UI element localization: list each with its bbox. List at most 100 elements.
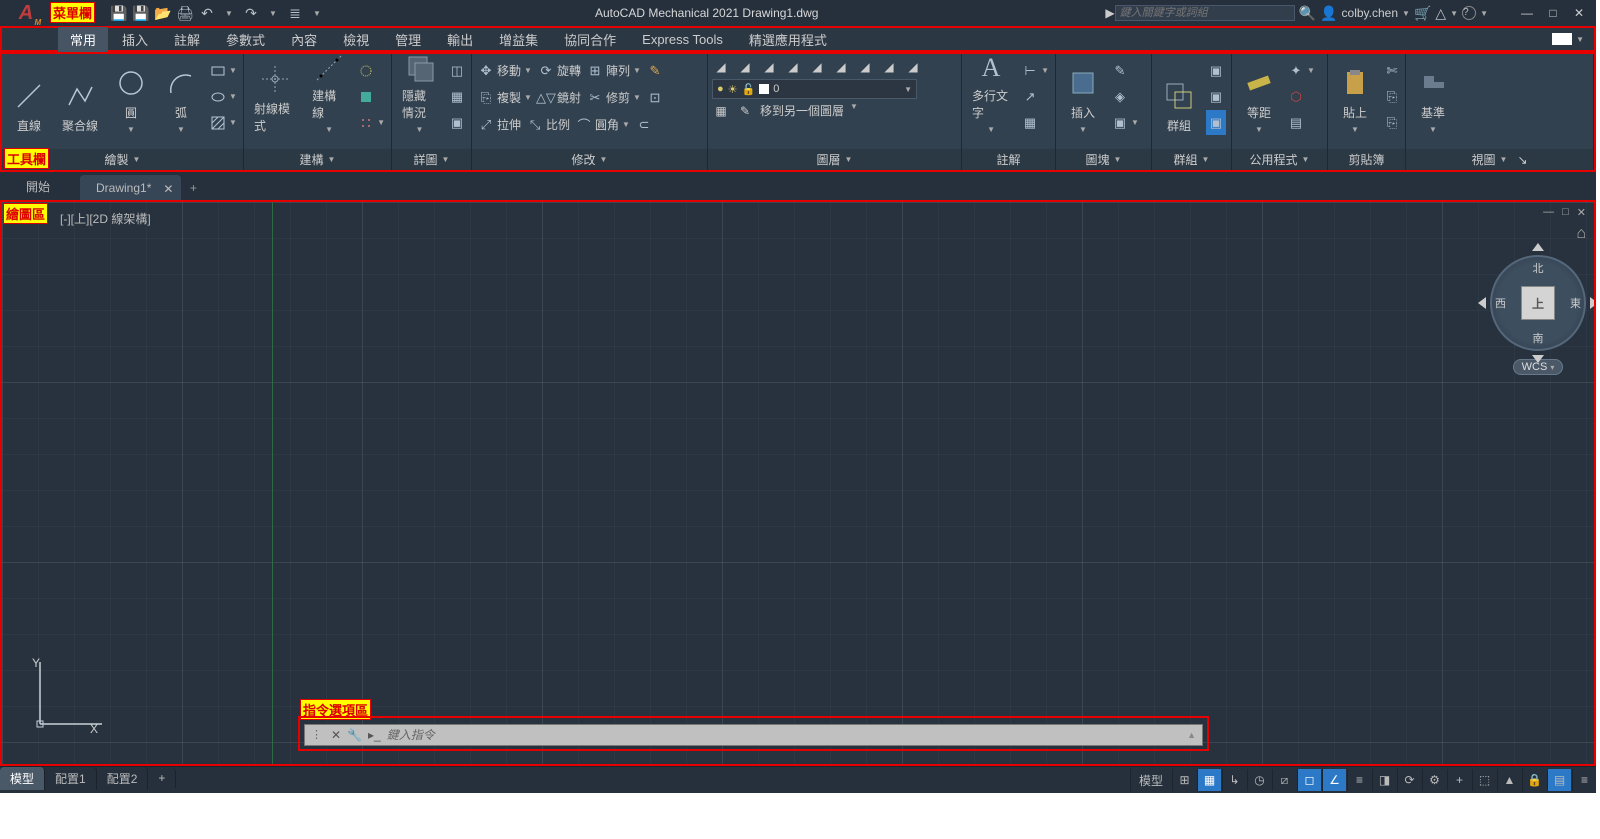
move-button[interactable]: ✥移動▼: [476, 58, 534, 83]
panel-util[interactable]: 公用程式▼: [1232, 149, 1327, 170]
layout-add[interactable]: +: [148, 768, 176, 788]
status-custom-icon[interactable]: ≡: [1572, 769, 1596, 791]
circle-button[interactable]: 圓▼: [108, 58, 154, 138]
move-to-layer-button[interactable]: 移到另一個圖層: [760, 102, 844, 120]
ungroup-icon[interactable]: ▣: [1206, 58, 1226, 83]
detail-icon-2[interactable]: ▦: [447, 84, 467, 109]
xline-button[interactable]: 建構線▼: [306, 58, 352, 138]
user-name[interactable]: colby.chen: [1342, 6, 1398, 20]
viewport-max-icon[interactable]: □: [1562, 206, 1569, 219]
help-dropdown-icon[interactable]: ▼: [1480, 9, 1488, 18]
layer-icon[interactable]: ≣: [284, 2, 306, 24]
cmd-input[interactable]: 鍵入指令: [387, 726, 435, 743]
search-icon[interactable]: 🔍: [1299, 5, 1316, 22]
status-ws-icon[interactable]: ⬚: [1472, 769, 1496, 791]
viewcube-n[interactable]: 北: [1533, 260, 1544, 276]
construct-icon-3[interactable]: ▼: [356, 110, 387, 135]
status-lock-icon[interactable]: 🔒: [1522, 769, 1546, 791]
array-button[interactable]: ⊞陣列▼: [585, 58, 643, 83]
layer-tool-5-icon[interactable]: ◢: [808, 58, 826, 76]
mtext-button[interactable]: A多行文字▼: [966, 58, 1016, 138]
rectangle-icon[interactable]: ▼: [208, 58, 239, 83]
cart-icon[interactable]: 🛒: [1414, 5, 1431, 22]
menu-parametric[interactable]: 參數式: [214, 27, 277, 52]
copybase-icon[interactable]: ⎘: [1382, 110, 1402, 135]
tab-start[interactable]: 開始: [10, 172, 80, 200]
group-edit-icon[interactable]: ▣: [1206, 84, 1226, 109]
cmd-customize-icon[interactable]: 🔧: [347, 728, 362, 742]
viewcube-top[interactable]: 上: [1521, 286, 1555, 320]
drawing-area[interactable]: 繪圖區 [-][上][2D 線架構] Y X 指令選項區 ⋮ ✕ 🔧 ▸_ 鍵入…: [0, 200, 1596, 766]
menu-output[interactable]: 輸出: [435, 27, 485, 52]
block-create-icon[interactable]: ▣▼: [1110, 110, 1141, 135]
status-model[interactable]: 模型: [1130, 769, 1171, 791]
panel-construct[interactable]: 建構▼: [244, 149, 391, 170]
layer-tool-4-icon[interactable]: ◢: [784, 58, 802, 76]
layout-model[interactable]: 模型: [0, 767, 45, 790]
cut-icon[interactable]: ✄: [1382, 58, 1402, 83]
close-button[interactable]: ✕: [1568, 6, 1590, 20]
plot-icon[interactable]: 🖨: [174, 2, 196, 24]
construct-icon-1[interactable]: [356, 58, 387, 83]
panel-block[interactable]: 圖塊▼: [1056, 149, 1151, 170]
status-osnap-icon[interactable]: ◻: [1297, 769, 1321, 791]
viewcube[interactable]: 上 北 南 東 西: [1490, 255, 1586, 351]
tab-drawing1[interactable]: Drawing1* ✕: [80, 175, 181, 200]
status-ortho-icon[interactable]: ↳: [1222, 769, 1246, 791]
stretch-button[interactable]: ⤢拉伸: [476, 112, 523, 137]
util3-icon[interactable]: ▤: [1286, 110, 1317, 135]
modify-ext1-icon[interactable]: ✎: [645, 58, 665, 83]
status-cycle-icon[interactable]: ⟳: [1397, 769, 1421, 791]
polyline-button[interactable]: 聚合線: [56, 58, 104, 138]
search-input[interactable]: [1115, 5, 1295, 21]
layer-tool-7-icon[interactable]: ◢: [856, 58, 874, 76]
layer-match-icon[interactable]: ✎: [736, 102, 754, 120]
open-icon[interactable]: 📂: [152, 2, 174, 24]
panel-view[interactable]: 視圖▼↘: [1406, 149, 1593, 170]
trim-button[interactable]: ✂修剪▼: [585, 85, 643, 110]
status-gear-icon[interactable]: ⚙: [1422, 769, 1446, 791]
measure-button[interactable]: 等距▼: [1236, 58, 1282, 138]
util1-icon[interactable]: ✦▼: [1286, 58, 1317, 83]
layer-tool-1-icon[interactable]: ◢: [712, 58, 730, 76]
scale-button[interactable]: ⤡比例: [525, 112, 572, 137]
autodesk-dropdown-icon[interactable]: ▼: [1450, 9, 1458, 18]
construct-icon-2[interactable]: [356, 84, 387, 109]
baseview-button[interactable]: 基準▼: [1410, 58, 1456, 138]
status-anno-icon[interactable]: ▲: [1497, 769, 1521, 791]
layer-tool-8-icon[interactable]: ◢: [880, 58, 898, 76]
viewcube-arrow-e[interactable]: [1590, 297, 1596, 309]
line-button[interactable]: 直線: [6, 58, 52, 138]
block-attr-icon[interactable]: ◈: [1110, 84, 1141, 109]
layer-tool-6-icon[interactable]: ◢: [832, 58, 850, 76]
arc-button[interactable]: 弧▼: [158, 58, 204, 138]
saveas-icon[interactable]: 💾: [130, 2, 152, 24]
viewcube-w[interactable]: 西: [1495, 295, 1506, 311]
undo-icon[interactable]: ↶: [196, 2, 218, 24]
hatch-icon[interactable]: ▼: [208, 110, 239, 135]
layout-2[interactable]: 配置2: [97, 767, 149, 790]
cmd-handle-icon[interactable]: ⋮: [311, 728, 322, 741]
viewcube-arrow-s[interactable]: [1532, 355, 1544, 363]
close-tab-icon[interactable]: ✕: [163, 182, 173, 196]
viewcube-e[interactable]: 東: [1570, 295, 1581, 311]
minimize-button[interactable]: —: [1516, 6, 1538, 20]
panel-layers[interactable]: 圖層▼: [708, 149, 961, 170]
menu-collaborate[interactable]: 協同合作: [552, 27, 628, 52]
layer-tool-3-icon[interactable]: ◢: [760, 58, 778, 76]
redo-icon[interactable]: ↷: [240, 2, 262, 24]
workspace-switch[interactable]: ▼: [1552, 33, 1584, 45]
detail-icon-1[interactable]: ◫: [447, 58, 467, 83]
panel-detail[interactable]: 詳圖▼: [392, 149, 471, 170]
block-edit-icon[interactable]: ✎: [1110, 58, 1141, 83]
group-button[interactable]: 群組: [1156, 58, 1202, 138]
cmd-close-icon[interactable]: ✕: [331, 728, 341, 742]
status-snap-icon[interactable]: ▦: [1197, 769, 1221, 791]
status-iso-icon[interactable]: ⧄: [1272, 769, 1296, 791]
user-dropdown-icon[interactable]: ▼: [1402, 9, 1410, 18]
panel-group[interactable]: 群組▼: [1152, 149, 1231, 170]
fillet-button[interactable]: ⌒圓角▼: [574, 112, 632, 137]
autodesk-icon[interactable]: △: [1435, 5, 1446, 22]
viewport-close-icon[interactable]: ✕: [1577, 206, 1586, 219]
menu-insert[interactable]: 插入: [110, 27, 160, 52]
